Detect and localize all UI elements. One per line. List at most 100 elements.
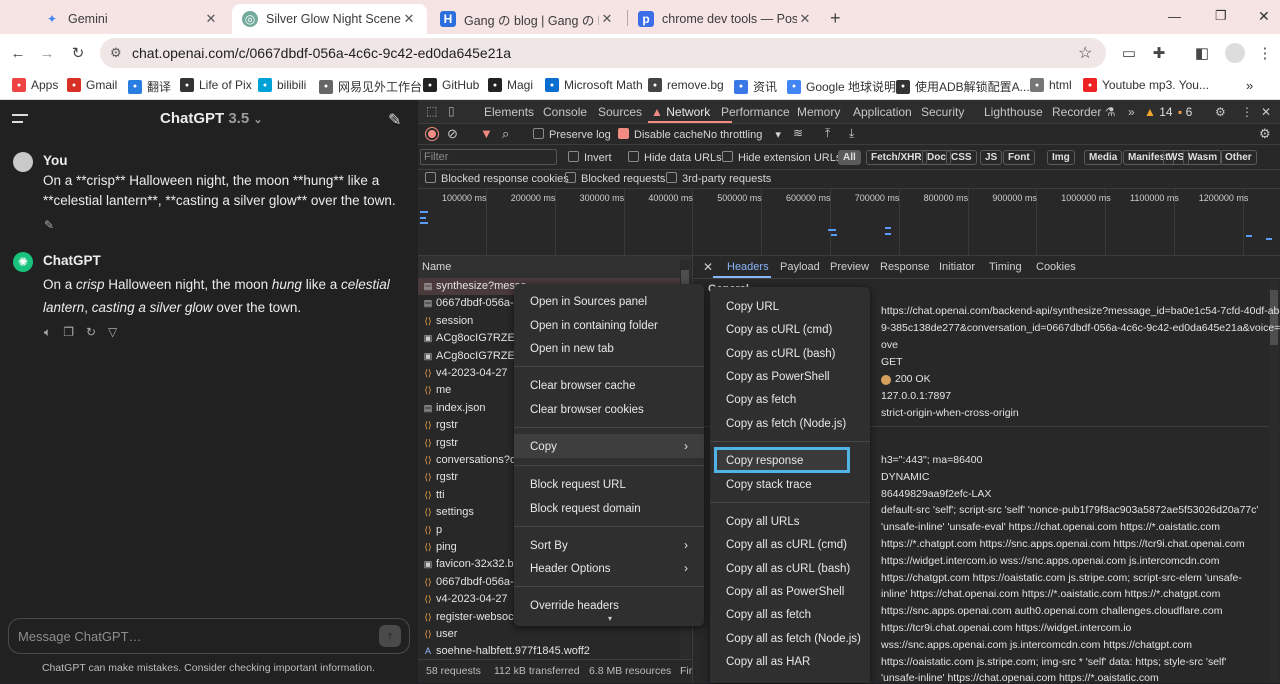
submenu-copy-url[interactable]: Copy URL <box>726 301 779 313</box>
filter-input[interactable]: Filter <box>420 149 557 165</box>
bookmark-item[interactable]: ● Google 地球说明 <box>787 78 896 95</box>
devtools-menu-icon[interactable]: ⋮ <box>1241 105 1253 119</box>
bookmark-item[interactable]: ● 使用ADB解锁配置A... <box>896 78 1030 95</box>
detail-tab-timing[interactable]: Timing <box>989 261 1022 273</box>
type-filter-font[interactable]: Font <box>1003 150 1035 165</box>
hide-data-urls-checkbox[interactable]: Hide data URLs <box>628 151 722 164</box>
side-panel-icon[interactable]: ◧ <box>1193 44 1211 62</box>
tab-network[interactable]: ▲ Network <box>651 105 710 119</box>
bookmark-item[interactable]: ● Life of Pix <box>180 78 252 92</box>
bookmark-star-icon[interactable]: ☆ <box>1078 43 1092 63</box>
submenu-copy-fetch[interactable]: Copy as fetch <box>726 394 796 406</box>
tab-gang-blog[interactable]: H Gang の blog | Gang の blog ✕ <box>430 4 625 34</box>
menu-sort-by[interactable]: Sort By <box>530 540 568 552</box>
bookmark-item[interactable]: ● 网易见外工作台 <box>319 78 422 95</box>
menu-open-new-tab[interactable]: Open in new tab <box>530 343 614 355</box>
extensions-icon[interactable]: ✚ <box>1150 44 1168 62</box>
restore-icon[interactable]: ❐ <box>1215 8 1227 24</box>
forward-icon[interactable]: → <box>38 44 56 62</box>
menu-header-options[interactable]: Header Options <box>530 563 611 575</box>
minimize-icon[interactable]: — <box>1168 9 1181 24</box>
menu-dots-icon[interactable]: ⋮ <box>1256 44 1274 62</box>
type-filter-media[interactable]: Media <box>1084 150 1123 165</box>
regenerate-icon[interactable]: ↻ <box>86 325 96 340</box>
third-party-checkbox[interactable]: 3rd-party requests <box>666 172 771 185</box>
bookmark-item[interactable]: ● Microsoft Math <box>545 78 643 92</box>
close-icon[interactable]: ✕ <box>203 11 219 27</box>
throttling-select[interactable]: No throttling ▾ <box>703 128 781 141</box>
bookmark-item[interactable]: ● bilibili <box>258 78 306 92</box>
network-conditions-icon[interactable]: ≋ <box>793 126 803 140</box>
bookmark-item[interactable]: ● GitHub <box>423 78 479 92</box>
blocked-requests-checkbox[interactable]: Blocked requests <box>565 172 665 185</box>
tab-elements[interactable]: Elements <box>484 105 534 119</box>
media-icon[interactable]: ▭ <box>1120 44 1138 62</box>
tab-silver-glow[interactable]: ◎ Silver Glow Night Scene ✕ <box>232 4 427 34</box>
model-selector[interactable]: ChatGPT 3.5 ⌄ <box>160 110 263 127</box>
bookmark-item[interactable]: ● 翻译 <box>128 78 171 95</box>
name-column-header[interactable]: Name <box>418 256 691 278</box>
overview-timeline[interactable]: 100000 ms 200000 ms 300000 ms 400000 ms 5000… <box>418 189 1280 255</box>
submenu-copy-response[interactable]: Copy response <box>714 447 850 473</box>
new-chat-icon[interactable]: ✎ <box>388 110 401 130</box>
submenu-copy-all-urls[interactable]: Copy all URLs <box>726 516 800 528</box>
type-filter-css[interactable]: CSS <box>946 150 977 165</box>
menu-override-headers[interactable]: Override headers <box>530 600 619 612</box>
network-settings-icon[interactable]: ⚙ <box>1259 126 1271 142</box>
type-filter-wasm[interactable]: Wasm <box>1183 150 1223 165</box>
blocked-cookies-checkbox[interactable]: Blocked response cookies <box>425 172 569 185</box>
tab-gemini[interactable]: ✦ Gemini ✕ <box>34 4 229 34</box>
close-icon[interactable]: ✕ <box>401 11 417 27</box>
tab-lighthouse[interactable]: Lighthouse <box>984 105 1043 119</box>
submenu-copy-all-powershell[interactable]: Copy all as PowerShell <box>726 586 844 598</box>
bookmark-item[interactable]: ● Youtube mp3. You... <box>1083 78 1209 92</box>
copy-icon[interactable]: ❐ <box>63 325 74 340</box>
menu-copy[interactable]: Copy › <box>514 434 704 458</box>
edit-icon[interactable]: ✎ <box>44 218 54 232</box>
bookmark-item[interactable]: ● html <box>1030 78 1072 92</box>
detail-tab-initiator[interactable]: Initiator <box>939 261 975 273</box>
submenu-copy-curl-bash[interactable]: Copy as cURL (bash) <box>726 348 836 360</box>
message-input[interactable]: Message ChatGPT… <box>18 629 142 644</box>
back-icon[interactable]: ← <box>9 44 27 62</box>
submenu-copy-all-fetch-node[interactable]: Copy all as fetch (Node.js) <box>726 633 861 645</box>
disable-cache-checkbox[interactable]: Disable cache <box>618 128 703 141</box>
search-icon[interactable]: ⌕ <box>502 126 509 142</box>
submenu-copy-fetch-node[interactable]: Copy as fetch (Node.js) <box>726 418 846 430</box>
close-icon[interactable]: ✕ <box>797 11 813 27</box>
invert-checkbox[interactable]: Invert <box>568 151 612 164</box>
import-har-icon[interactable]: ⤒ <box>825 126 830 141</box>
read-aloud-icon[interactable]: 🔈︎ <box>44 325 51 340</box>
warnings-badge[interactable]: ▲ 14 <box>1144 105 1173 119</box>
menu-block-url[interactable]: Block request URL <box>530 479 626 491</box>
type-filter-js[interactable]: JS <box>980 150 1003 165</box>
detail-tab-payload[interactable]: Payload <box>780 261 820 273</box>
hide-extension-urls-checkbox[interactable]: Hide extension URLs <box>722 151 841 164</box>
submenu-copy-all-curl-bash[interactable]: Copy all as cURL (bash) <box>726 563 850 575</box>
type-filter-other[interactable]: Other <box>1220 150 1257 165</box>
submenu-copy-all-har[interactable]: Copy all as HAR <box>726 656 810 668</box>
thumbs-down-icon[interactable]: ▽ <box>108 325 117 340</box>
submenu-copy-curl-cmd[interactable]: Copy as cURL (cmd) <box>726 324 832 336</box>
close-icon[interactable]: ✕ <box>599 11 615 27</box>
menu-open-in-sources[interactable]: Open in Sources panel <box>530 296 647 308</box>
tab-application[interactable]: Application <box>853 105 912 119</box>
submenu-copy-stack-trace[interactable]: Copy stack trace <box>726 479 812 491</box>
preserve-log-checkbox[interactable]: Preserve log <box>533 128 611 141</box>
type-filter-all[interactable]: All <box>838 150 861 165</box>
tab-performance[interactable]: Performance <box>721 105 790 119</box>
bookmark-item[interactable]: ● Apps <box>12 78 58 92</box>
profile-avatar[interactable] <box>1225 43 1245 63</box>
scrollbar-thumb[interactable] <box>1270 290 1278 345</box>
inspect-icon[interactable]: ⬚ <box>426 104 437 118</box>
detail-tab-preview[interactable]: Preview <box>830 261 869 273</box>
submenu-copy-all-curl-cmd[interactable]: Copy all as cURL (cmd) <box>726 539 847 551</box>
bookmark-item[interactable]: ● Magi <box>488 78 533 92</box>
bookmark-item[interactable]: ● remove.bg <box>648 78 724 92</box>
detail-tab-cookies[interactable]: Cookies <box>1036 261 1076 273</box>
detail-scrollbar[interactable] <box>1269 280 1279 683</box>
reload-icon[interactable]: ↻ <box>69 44 87 62</box>
tab-memory[interactable]: Memory <box>797 105 840 119</box>
menu-block-domain[interactable]: Block request domain <box>530 503 641 515</box>
menu-clear-cookies[interactable]: Clear browser cookies <box>530 404 644 416</box>
